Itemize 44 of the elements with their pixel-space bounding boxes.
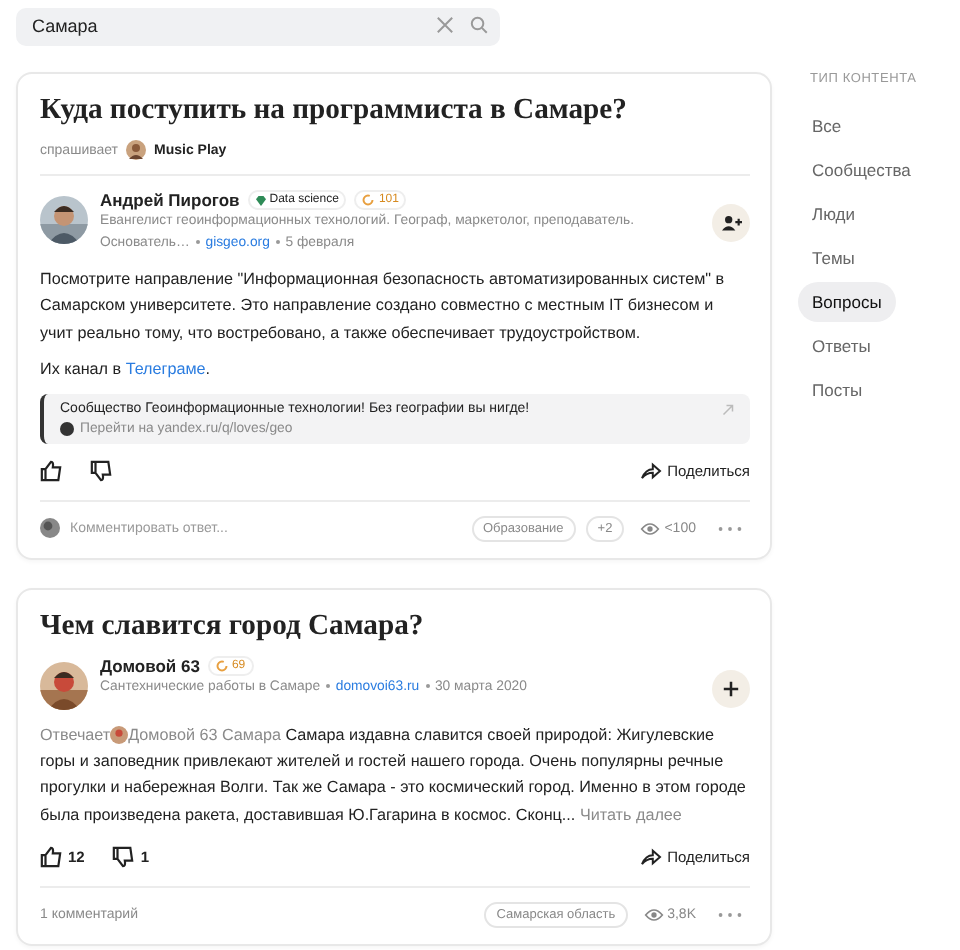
- separator-dot-icon: [195, 239, 200, 244]
- separator-dot-icon: [425, 683, 430, 688]
- telegram-link[interactable]: Телеграме: [125, 360, 206, 379]
- person-add-icon: [721, 214, 741, 232]
- like-button[interactable]: [40, 459, 62, 482]
- search-icon[interactable]: [470, 16, 488, 34]
- filter-item[interactable]: Люди: [798, 194, 869, 234]
- follow-button[interactable]: [712, 669, 750, 708]
- thumbs-down-icon: [112, 846, 135, 869]
- thumbs-up-icon: [40, 846, 62, 869]
- share-arrow-icon: [639, 848, 662, 867]
- eye-icon: [640, 521, 661, 536]
- author-name[interactable]: Андрей Пирогов: [100, 190, 240, 210]
- answer-paragraph: Посмотрите направление "Информационная безопасность автоматизированных систем" в Самарском университете. Это направление создано совместно с местным IT бизнесом и учит реально тому, что востребовано, а также обеспечивает трудоустройством.: [40, 268, 727, 346]
- gem-icon: [255, 195, 266, 205]
- filter-item[interactable]: Ответы: [798, 326, 885, 366]
- author-name[interactable]: Домовой 63: [100, 655, 200, 676]
- more-icon[interactable]: [718, 525, 742, 532]
- dislike-button[interactable]: [90, 459, 112, 482]
- question-title[interactable]: Чем славится город Самара?: [40, 609, 750, 644]
- more-icon[interactable]: [718, 912, 742, 919]
- read-more-link[interactable]: Читать далее: [579, 805, 682, 824]
- plus-icon: [722, 679, 740, 698]
- answer-paragraph: Их канал в Телеграме.: [40, 358, 213, 383]
- question-title[interactable]: Куда поступить на программиста в Самаре?: [40, 94, 750, 128]
- close-icon[interactable]: [436, 16, 454, 34]
- answer-excerpt: Отвечает Домовой 63 Самара Самара издавна славится своей природой: Жигулевские горы и заповедник привлекают жителей и гостей нашего города. Очень популярны речные прогулки и набережная Волги. Так же Самара - это космический город. Именно в этом городе была произведена ракета, доставившая Ю.Гагарина в космос. Сконц... Читать далее: [40, 723, 748, 828]
- search-field[interactable]: Самара: [16, 7, 500, 45]
- filter-item[interactable]: Сообщества: [798, 150, 925, 190]
- filter-item[interactable]: Посты: [798, 370, 877, 410]
- separator-dot-icon: [325, 683, 330, 688]
- eye-icon: [643, 908, 664, 923]
- share-arrow-icon: [639, 461, 662, 480]
- ring-icon: [215, 659, 228, 672]
- community-icon: [60, 421, 74, 436]
- follow-button[interactable]: [712, 204, 750, 242]
- ring-icon: [362, 194, 375, 206]
- filter-item[interactable]: Вопросы: [798, 282, 896, 322]
- thumbs-up-icon: [40, 459, 62, 482]
- external-link-icon[interactable]: [722, 403, 734, 416]
- filter-item[interactable]: Темы: [798, 238, 869, 278]
- filter-item[interactable]: Все: [798, 106, 856, 146]
- separator-dot-icon: [275, 239, 280, 244]
- thumbs-down-icon: [90, 459, 112, 482]
